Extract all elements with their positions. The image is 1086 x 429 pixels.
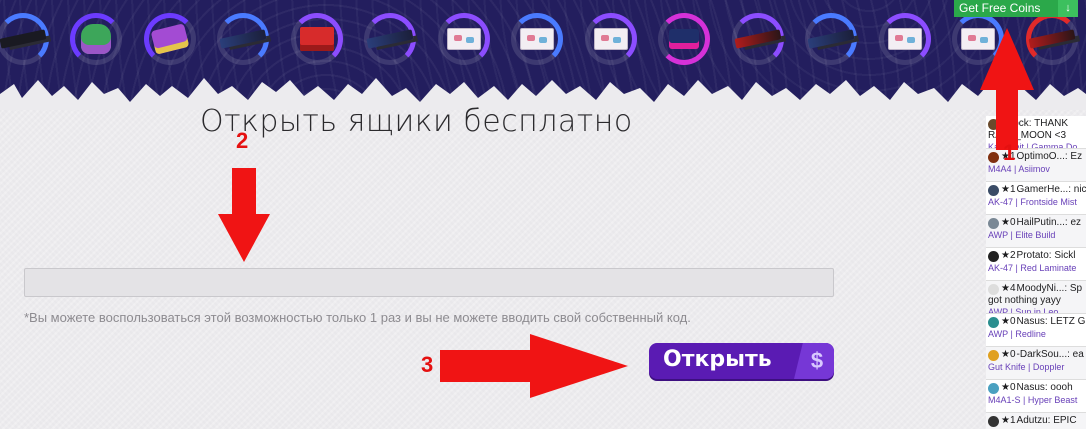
feed-message-continued: RAKE_MOON <3	[988, 130, 1067, 141]
feed-item-header: ★1 Adutzu: EPIC	[988, 415, 1086, 427]
recent-item[interactable]	[280, 6, 354, 72]
user-level: ★2	[1001, 250, 1016, 261]
feed-item-header: ★2 Protato: Sickl	[988, 250, 1086, 262]
get-free-coins-button[interactable]: Get Free Coins ↓	[954, 0, 1078, 17]
user-level: ★0	[1001, 382, 1016, 393]
feed-item[interactable]: ★0 Nasus: oooh M4A1-S | Hyper Beast	[986, 380, 1086, 413]
avatar	[988, 184, 999, 196]
avatar	[988, 316, 999, 328]
open-button-label: Открыть	[663, 347, 772, 372]
green-case-icon	[81, 24, 112, 54]
recent-item[interactable]	[133, 6, 207, 72]
feed-user-message: GamerHe...: nic	[1016, 184, 1086, 195]
feed-user-message: MoodyNi...: Sp	[1016, 283, 1083, 294]
feed-item[interactable]: ★0 Nasus: LETZ G AWP | Redline	[986, 314, 1086, 347]
annotation-arrow-down	[218, 168, 270, 262]
feed-skin-name: AWP | Redline	[988, 329, 1046, 339]
user-level: ★4	[1001, 283, 1016, 294]
user-level: ★1	[1001, 151, 1016, 162]
feed-item-header: ★1 OptimoO...: Ez	[988, 151, 1086, 163]
feed-item[interactable]: ★0 -DarkSou...: ea Gut Knife | Doppler	[986, 347, 1086, 380]
feed-skin-name: Gut Knife | Doppler	[988, 362, 1065, 372]
user-level: ★0	[1001, 349, 1016, 360]
case-box-icon	[593, 28, 628, 50]
feed-skin-name: AWP | Elite Build	[988, 230, 1056, 240]
feed-item-header: ★0 Nasus: LETZ G	[988, 316, 1086, 328]
page-title: Открыть ящики бесплатно	[200, 104, 633, 139]
feed-user-message: OptimoO...: Ez	[1016, 151, 1083, 162]
recent-item[interactable]	[427, 6, 501, 72]
feed-user-message: Nasus: LETZ G	[1016, 316, 1086, 327]
feed-user-message: Adutzu: EPIC	[1016, 415, 1077, 426]
feed-item[interactable]: ★0 HailPutin...: ez AWP | Elite Build	[986, 215, 1086, 248]
recent-item[interactable]	[574, 6, 648, 72]
feed-skin-name: Karambit | Gamma Do	[988, 142, 1078, 149]
avatar	[988, 118, 999, 130]
dollar-icon: $	[794, 343, 834, 379]
feed-user-message: Spock: THANK	[1001, 118, 1069, 129]
avatar	[988, 283, 999, 295]
user-level: ★0	[1001, 316, 1016, 327]
avatar	[988, 382, 999, 394]
recent-item[interactable]	[354, 6, 428, 72]
avatar	[988, 349, 999, 361]
feed-user-message: HailPutin...: ez	[1016, 217, 1082, 228]
pink-case-icon	[669, 29, 700, 49]
feed-user-message: Nasus: oooh	[1016, 382, 1073, 393]
recent-item[interactable]	[60, 6, 134, 72]
feed-skin-name: AWP | Sun in Leo	[988, 307, 1059, 314]
feed-item-header: ★4 MoodyNi...: Sp	[988, 283, 1086, 295]
feed-skin-name: AK-47 | Frontside Mist	[988, 197, 1077, 207]
recent-item[interactable]	[795, 6, 869, 72]
live-drop-feed: Spock: THANK RAKE_MOON <3 Karambit | Gamma…	[986, 116, 1086, 429]
feed-skin-name: M4A4 | Asiimov	[988, 164, 1050, 174]
feed-item[interactable]: ★1 GamerHe...: nic AK-47 | Frontside Mist	[986, 182, 1086, 215]
recent-item[interactable]	[501, 6, 575, 72]
feed-item-header: ★1 GamerHe...: nic	[988, 184, 1086, 196]
recent-item[interactable]	[721, 6, 795, 72]
annotation-arrow-right	[440, 334, 628, 398]
top-banner	[0, 0, 1086, 110]
case-box-icon	[520, 28, 555, 50]
user-level: ★1	[1001, 415, 1016, 426]
feed-item-header: Spock: THANK	[988, 118, 1086, 130]
feed-skin-name: AK-47 | Red Laminate	[988, 263, 1077, 273]
recent-items-strip	[0, 6, 1086, 72]
feed-item[interactable]: ★1Adutzu: EPICAK-47 | Redline	[986, 413, 1086, 429]
user-level: ★1	[1001, 184, 1016, 195]
feed-item-header: ★0 -DarkSou...: ea	[988, 349, 1086, 361]
recent-item[interactable]	[0, 6, 60, 72]
case-box-icon	[446, 28, 481, 50]
avatar	[988, 151, 999, 163]
case-box-icon	[887, 28, 922, 50]
feed-item[interactable]: ★1 OptimoO...: Ez M4A4 | Asiimov	[986, 149, 1086, 182]
recent-item[interactable]	[207, 6, 281, 72]
feed-item[interactable]: ★2 Protato: Sickl AK-47 | Red Laminate	[986, 248, 1086, 281]
feed-user-message: Protato: Sickl	[1016, 250, 1076, 261]
feed-item-header: ★0 HailPutin...: ez	[988, 217, 1086, 229]
open-button[interactable]: Открыть $	[649, 343, 834, 379]
feed-item-header: ★0 Nasus: oooh	[988, 382, 1086, 394]
feed-skin-name: M4A1-S | Hyper Beast	[988, 395, 1078, 405]
feed-message-continued: got nothing yayy	[988, 295, 1061, 306]
recent-item[interactable]	[648, 6, 722, 72]
case-box-icon	[961, 28, 996, 50]
avatar	[988, 250, 999, 262]
feed-item[interactable]: Spock: THANK RAKE_MOON <3 Karambit | Gamma…	[986, 116, 1086, 149]
promo-code-input[interactable]	[24, 268, 834, 297]
red-crate-icon	[299, 27, 334, 51]
user-level: ★0	[1001, 217, 1016, 228]
recent-item[interactable]	[868, 6, 942, 72]
annotation-number-3: 3	[421, 352, 434, 377]
get-free-coins-label: Get Free Coins	[959, 1, 1041, 15]
avatar	[988, 415, 999, 427]
one-time-note: *Вы можете воспользоваться этой возможно…	[24, 310, 691, 325]
avatar	[988, 217, 999, 229]
feed-item[interactable]: ★4 MoodyNi...: Sp got nothing yayy AWP | Su…	[986, 281, 1086, 314]
feed-user-message: -DarkSou...: ea	[1016, 349, 1084, 360]
download-icon: ↓	[1058, 0, 1078, 17]
